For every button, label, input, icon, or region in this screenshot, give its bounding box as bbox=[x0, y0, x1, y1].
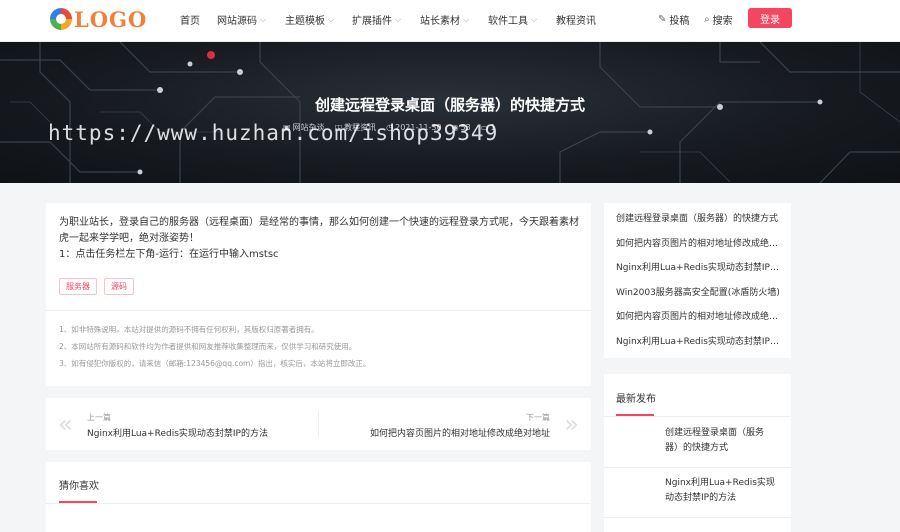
nav-item-label: 站长素材 bbox=[420, 16, 460, 27]
section-title: 猜你喜欢 bbox=[59, 481, 99, 492]
logo-mark-icon bbox=[50, 8, 72, 30]
nav-item-label: 教程资讯 bbox=[556, 16, 596, 27]
site-logo[interactable]: LOGO bbox=[50, 6, 147, 32]
divider bbox=[604, 467, 791, 468]
contribute-link[interactable]: ✎ 投稿 bbox=[658, 12, 689, 27]
nav-item-materials[interactable]: 站长素材 ⌵ bbox=[420, 12, 470, 28]
latest-line: 动态封禁IP的方法 bbox=[665, 493, 737, 503]
list-item[interactable]: Nginx利用Lua+Redis实现动态封禁IP的方法 bbox=[616, 335, 782, 360]
article-card: 为职业站长，登录自己的服务器（远程桌面）是经常的事情，那么如何创建一个快速的远程… bbox=[46, 203, 591, 386]
divider bbox=[46, 310, 591, 311]
nav-item-label: 首页 bbox=[180, 16, 200, 27]
nav-item-source-code[interactable]: 网站源码 ⌵ bbox=[217, 12, 267, 28]
nav-item-label: 软件工具 bbox=[488, 16, 528, 27]
article-paragraph: 为职业站长，登录自己的服务器（远程桌面）是经常的事情，那么如何创建一个快速的远程… bbox=[59, 217, 579, 228]
prev-article-link[interactable]: Nginx利用Lua+Redis实现动态封禁IP的方法 bbox=[87, 426, 268, 439]
chevron-down-icon: ⌵ bbox=[463, 14, 470, 24]
nav-item-home[interactable]: 首页 bbox=[180, 12, 200, 27]
nav-item-plugins[interactable]: 扩展插件 ⌵ bbox=[352, 12, 402, 28]
tag-source[interactable]: 源码 bbox=[104, 278, 134, 295]
sidebar-latest: 最新发布 创建远程登录桌面（服务 器）的快捷方式 Nginx利用Lua+Redi… bbox=[604, 374, 791, 532]
latest-item-title: 创建远程登录桌面（服务 器）的快捷方式 bbox=[665, 426, 780, 456]
site-header: LOGO 首页 网站源码 ⌵ 主题模板 ⌵ 扩展插件 ⌵ 站长素材 ⌵ 软件工具 ⌵ 教程… bbox=[0, 0, 900, 42]
next-label: 下一篇 bbox=[526, 413, 550, 422]
nav-item-label: 主题模板 bbox=[285, 16, 325, 27]
logo-text: LOGO bbox=[74, 6, 148, 32]
copyright-notice: 1、如非特殊说明，本站对提供的源码不拥有任何权利，其版权归原著者拥有。 2、本网… bbox=[59, 321, 370, 372]
divider bbox=[604, 416, 791, 417]
divider bbox=[318, 410, 319, 438]
latest-line: 创建远程登录桌面（服务 bbox=[665, 428, 765, 438]
list-item[interactable]: 如何把内容页图片的相对地址修改成绝对地址 bbox=[616, 310, 782, 335]
nav-item-tutorials[interactable]: 教程资讯 bbox=[556, 12, 596, 27]
latest-item-title: Nginx利用Lua+Redis实现 动态封禁IP的方法 bbox=[665, 476, 780, 506]
notice-line: 2、本网站所有源码和软件均为作者提供和网友推荐收集整理而来，仅供学习和研究使用。 bbox=[59, 342, 357, 351]
chevron-down-icon: ⌵ bbox=[260, 14, 267, 24]
edit-icon: ✎ bbox=[658, 14, 667, 25]
article-paragraph: 虎一起来学学吧，绝对涨姿势！ bbox=[59, 233, 199, 244]
section-title: 最新发布 bbox=[616, 394, 656, 405]
article-paragraph: 1：点击任务栏左下角-运行：在运行中输入mstsc bbox=[59, 249, 279, 260]
notice-line: 1、如非特殊说明，本站对提供的源码不拥有任何权利，其版权归原著者拥有。 bbox=[59, 325, 319, 334]
article-tags: 服务器 源码 bbox=[59, 278, 141, 295]
list-item[interactable]: Win2003服务器高安全配置(冰盾防火墙) bbox=[616, 286, 782, 311]
article-title: 创建远程登录桌面（服务器）的快捷方式 bbox=[314, 96, 585, 114]
tag-server[interactable]: 服务器 bbox=[59, 278, 97, 295]
search-link[interactable]: ⌕ 搜索 bbox=[704, 12, 733, 27]
list-item[interactable]: Nginx利用Lua+Redis实现动态封禁IP的方法 bbox=[616, 261, 782, 286]
search-label: 搜索 bbox=[712, 16, 733, 27]
double-chevron-left-icon: « bbox=[58, 410, 73, 438]
search-icon: ⌕ bbox=[704, 14, 710, 25]
related-list: 创建远程登录桌面（服务器）的快捷方式 如何把内容页图片的相对地址修改成绝对地址 … bbox=[616, 212, 782, 359]
latest-line: 器）的快捷方式 bbox=[665, 443, 729, 453]
double-chevron-right-icon: » bbox=[564, 410, 579, 438]
list-item[interactable]: 如何把内容页图片的相对地址修改成绝对地址 bbox=[616, 237, 782, 262]
watermark-url: https://www.huzhan.com/ishop39349 bbox=[48, 121, 499, 145]
nav-item-software[interactable]: 软件工具 ⌵ bbox=[488, 12, 538, 28]
nav-item-themes[interactable]: 主题模板 ⌵ bbox=[285, 12, 335, 28]
login-button[interactable]: 登录 bbox=[748, 8, 792, 28]
next-article-link[interactable]: 如何把内容页图片的相对地址修改成绝对地址 bbox=[370, 426, 550, 439]
list-item[interactable]: 创建远程登录桌面（服务器）的快捷方式 bbox=[616, 212, 782, 237]
divider bbox=[46, 503, 591, 504]
divider bbox=[604, 517, 791, 518]
contribute-label: 投稿 bbox=[669, 16, 690, 27]
nav-item-label: 扩展插件 bbox=[352, 16, 392, 27]
article-banner: 创建远程登录桌面（服务器）的快捷方式 ▣ 网站杂谈 ◫ 教程资讯 ◷ 2021-… bbox=[0, 42, 900, 183]
chevron-down-icon: ⌵ bbox=[531, 14, 538, 24]
prev-label: 上一篇 bbox=[87, 413, 111, 422]
sidebar-related: 创建远程登录桌面（服务器）的快捷方式 如何把内容页图片的相对地址修改成绝对地址 … bbox=[604, 203, 791, 358]
nav-item-label: 网站源码 bbox=[217, 16, 257, 27]
notice-line: 3、如有侵犯你版权的，请来信（邮箱:123456@qq.com）指出，核实后，本… bbox=[59, 359, 371, 368]
guess-you-like: 猜你喜欢 bbox=[46, 462, 591, 532]
prev-next-nav: « 上一篇 Nginx利用Lua+Redis实现动态封禁IP的方法 下一篇 如何… bbox=[46, 398, 591, 450]
latest-line: Nginx利用Lua+Redis实现 bbox=[665, 478, 775, 488]
chevron-down-icon: ⌵ bbox=[328, 14, 335, 24]
chevron-down-icon: ⌵ bbox=[395, 14, 402, 24]
article-body: 为职业站长，登录自己的服务器（远程桌面）是经常的事情，那么如何创建一个快速的远程… bbox=[59, 215, 579, 263]
